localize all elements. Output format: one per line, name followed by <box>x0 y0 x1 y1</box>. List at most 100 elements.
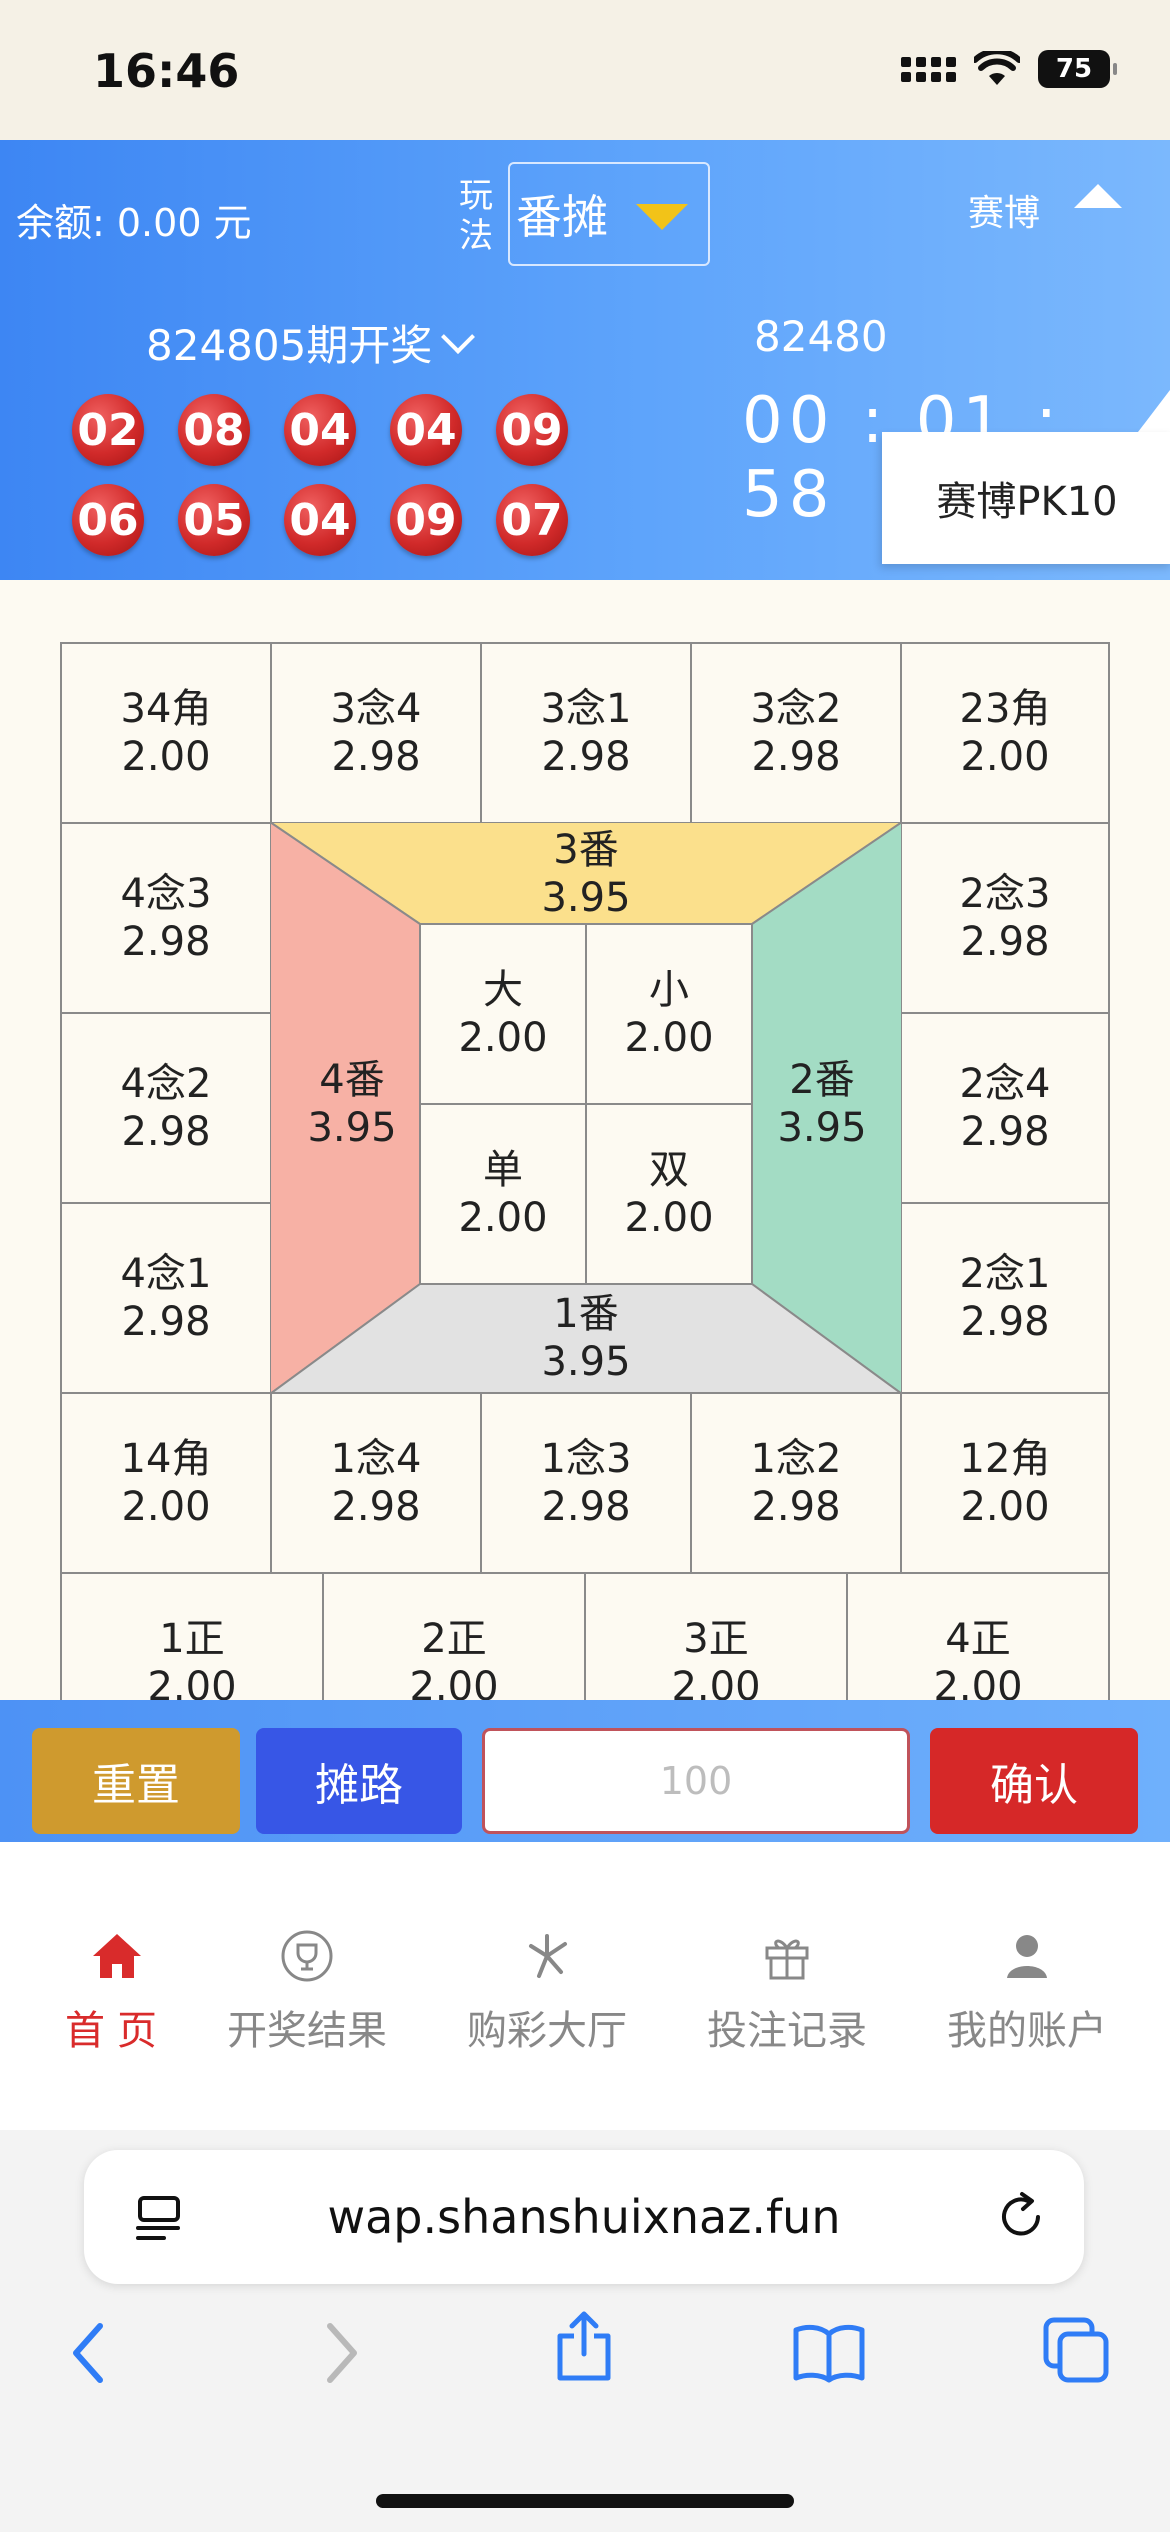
road-map-button[interactable]: 摊路 <box>256 1728 462 1834</box>
fan-3-label[interactable]: 3番 3.95 <box>420 824 752 924</box>
play-mode-value: 番摊 <box>516 190 608 244</box>
bet-cell-4-zheng[interactable]: 4正 2.00 <box>846 1572 1110 1700</box>
caret-up-icon[interactable] <box>1074 184 1122 208</box>
bet-cell-4-nian-3[interactable]: 4念3 2.98 <box>60 822 272 1014</box>
bet-cell-1-nian-2[interactable]: 1念2 2.98 <box>690 1392 902 1574</box>
bet-name: 3正 <box>683 1616 749 1662</box>
result-ball: 07 <box>496 484 568 556</box>
bottom-tab-bar: 首页 开奖结果 购彩大厅 投注记录 我的账户 <box>0 1842 1170 2132</box>
bet-name: 2念1 <box>959 1251 1051 1297</box>
next-period-label: 82480 <box>754 312 888 361</box>
bet-name: 双 <box>649 1147 689 1193</box>
bet-odds: 2.00 <box>458 1015 548 1061</box>
fan-4-label[interactable]: 4番 3.95 <box>282 924 422 1284</box>
bet-cell-dan[interactable]: 单 2.00 <box>420 1104 586 1284</box>
bet-odds: 3.95 <box>541 1339 631 1385</box>
reset-button[interactable]: 重置 <box>32 1728 240 1834</box>
bet-odds: 2.00 <box>121 1484 211 1530</box>
bet-cell-34-jiao[interactable]: 34角 2.00 <box>60 642 272 824</box>
bet-cell-3-zheng[interactable]: 3正 2.00 <box>584 1572 848 1700</box>
share-icon[interactable] <box>552 2308 616 2384</box>
bet-cell-2-zheng[interactable]: 2正 2.00 <box>322 1572 586 1700</box>
play-mode-select[interactable]: 番摊 <box>508 162 710 266</box>
result-ball: 09 <box>390 484 462 556</box>
bet-cell-1-nian-4[interactable]: 1念4 2.98 <box>270 1392 482 1574</box>
bet-cell-da[interactable]: 大 2.00 <box>420 924 586 1104</box>
result-ball: 08 <box>178 394 250 466</box>
status-time: 16:46 <box>93 44 240 98</box>
bet-odds: 2.98 <box>541 734 631 780</box>
fan-2-label[interactable]: 2番 3.95 <box>752 924 892 1284</box>
bet-cell-2-nian-1[interactable]: 2念1 2.98 <box>900 1202 1110 1394</box>
dropdown-option-cyber-pk10[interactable]: 赛博PK10 <box>936 469 1117 527</box>
tab-label: 我的账户 <box>947 2008 1107 2054</box>
bet-name: 3念4 <box>330 686 422 732</box>
fan-1-label[interactable]: 1番 3.95 <box>420 1284 752 1392</box>
bet-name: 单 <box>483 1147 523 1193</box>
bet-name: 3念1 <box>540 686 632 732</box>
tab-label: 投注记录 <box>707 2008 867 2054</box>
trophy-icon <box>281 1930 333 1982</box>
bet-cell-3-nian-2[interactable]: 3念2 2.98 <box>690 642 902 824</box>
status-bar: 16:46 75 <box>0 0 1170 140</box>
bet-name: 1念4 <box>330 1436 422 1482</box>
tab-bet-records[interactable]: 投注记录 <box>670 1926 904 2056</box>
bet-cell-12-jiao[interactable]: 12角 2.00 <box>900 1392 1110 1574</box>
bet-name: 4念1 <box>120 1251 212 1297</box>
result-ball: 04 <box>284 394 356 466</box>
result-ball: 02 <box>72 394 144 466</box>
bet-name: 1番 <box>553 1291 619 1337</box>
bet-odds: 2.98 <box>541 1484 631 1530</box>
bet-odds: 2.00 <box>409 1664 499 1700</box>
address-bar[interactable]: wap.shanshuixnaz.fun <box>84 2150 1084 2284</box>
result-ball: 04 <box>284 484 356 556</box>
game-name[interactable]: 赛博 <box>968 184 1040 236</box>
bet-odds: 2.98 <box>960 1109 1050 1155</box>
bet-cell-shuang[interactable]: 双 2.00 <box>586 1104 752 1284</box>
bet-odds: 2.98 <box>121 919 211 965</box>
last-period-toggle[interactable]: 824805期开奖 <box>146 312 476 373</box>
lottery-icon <box>529 1934 567 1978</box>
bet-odds: 2.98 <box>331 734 421 780</box>
battery-icon: 75 <box>1038 50 1117 88</box>
bet-name: 4念2 <box>120 1061 212 1107</box>
betting-board: 34角 2.00 3念4 2.98 3念1 2.98 3念2 2.98 23角 … <box>60 642 1110 1700</box>
back-icon[interactable] <box>64 2318 114 2388</box>
bet-name: 3番 <box>553 827 619 873</box>
lottery-header: 余额: 0.00 元 玩法 番摊 赛博 824805期开奖 02 08 04 0… <box>0 140 1170 580</box>
tab-results[interactable]: 开奖结果 <box>190 1926 424 2056</box>
bet-name: 2正 <box>421 1616 487 1662</box>
bet-odds: 2.00 <box>121 734 211 780</box>
bet-cell-14-jiao[interactable]: 14角 2.00 <box>60 1392 272 1574</box>
chevron-down-icon <box>441 319 476 354</box>
caret-down-icon <box>636 204 688 230</box>
wifi-icon <box>974 51 1020 85</box>
bet-cell-3-nian-1[interactable]: 3念1 2.98 <box>480 642 692 824</box>
bookmarks-icon[interactable] <box>792 2322 866 2384</box>
bet-cell-2-nian-3[interactable]: 2念3 2.98 <box>900 822 1110 1014</box>
bet-cell-2-nian-4[interactable]: 2念4 2.98 <box>900 1012 1110 1204</box>
bet-odds: 2.98 <box>331 1484 421 1530</box>
bet-name: 4念3 <box>120 871 212 917</box>
dropdown-pointer <box>1138 390 1170 432</box>
bet-cell-23-jiao[interactable]: 23角 2.00 <box>900 642 1110 824</box>
confirm-button[interactable]: 确认 <box>930 1728 1138 1834</box>
reload-icon[interactable] <box>994 2190 1048 2244</box>
browser-chrome: wap.shanshuixnaz.fun <box>0 2130 1170 2532</box>
forward-icon[interactable] <box>316 2318 366 2388</box>
bet-action-bar: 重置 摊路 确认 <box>0 1700 1170 1842</box>
bet-name: 小 <box>649 967 689 1013</box>
bet-odds: 2.00 <box>960 734 1050 780</box>
bet-cell-xiao[interactable]: 小 2.00 <box>586 924 752 1104</box>
bet-cell-1-zheng[interactable]: 1正 2.00 <box>60 1572 324 1700</box>
bet-odds: 2.00 <box>624 1195 714 1241</box>
bet-cell-3-nian-4[interactable]: 3念4 2.98 <box>270 642 482 824</box>
bet-cell-4-nian-2[interactable]: 4念2 2.98 <box>60 1012 272 1204</box>
bet-cell-1-nian-3[interactable]: 1念3 2.98 <box>480 1392 692 1574</box>
tab-my-account[interactable]: 我的账户 <box>910 1926 1144 2056</box>
bet-cell-4-nian-1[interactable]: 4念1 2.98 <box>60 1202 272 1394</box>
bet-amount-input[interactable] <box>482 1728 910 1834</box>
tab-lottery-hall[interactable]: 购彩大厅 <box>430 1926 664 2056</box>
tabs-icon[interactable] <box>1042 2316 1112 2386</box>
result-ball: 04 <box>390 394 462 466</box>
